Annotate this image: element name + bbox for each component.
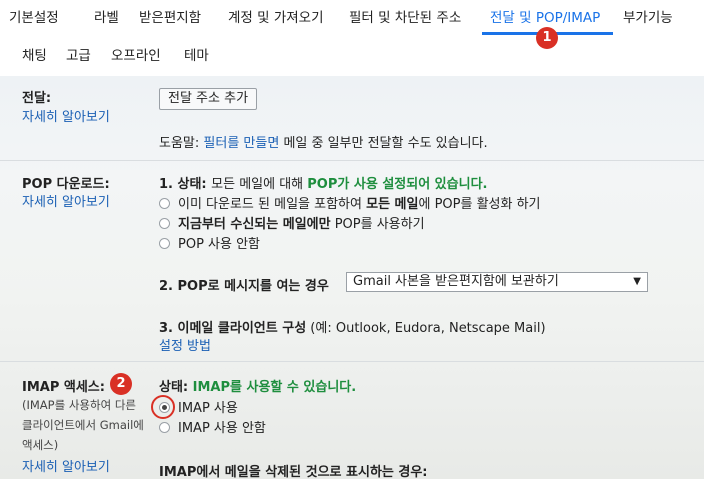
option-bold-text: 지금부터 수신되는 메일에만	[178, 217, 331, 232]
radio-icon[interactable]	[159, 218, 170, 229]
dropdown-arrow-icon: ▼	[633, 276, 641, 287]
tab-forwarding-pop-imap[interactable]: 전달 및 POP/IMAP	[490, 6, 600, 26]
radio-icon[interactable]	[159, 238, 170, 249]
pop-option-disable[interactable]: POP 사용 안함	[159, 233, 261, 252]
radio-icon[interactable]	[159, 422, 170, 433]
option-text: 에 POP를 활성화 하기	[418, 197, 541, 212]
highlight-circle	[151, 395, 175, 419]
section-divider	[0, 361, 704, 362]
pop-download-label: POP 다운로드:	[22, 177, 110, 192]
forwarding-label: 전달:	[22, 91, 52, 106]
settings-tabs: 기본설정 라벨 받은편지함 계정 및 가져오기 필터 및 차단된 주소 전달 및…	[0, 0, 704, 76]
tab-chat[interactable]: 채팅	[22, 44, 47, 64]
imap-description-line: 클라이언트에서 Gmail에	[22, 418, 144, 432]
settings-content: 전달: 자세히 알아보기 전달 주소 추가 도움말: 필터를 만들면 메일 중 …	[0, 76, 704, 480]
pop-status: 1. 상태: 모든 메일에 대해 POP가 사용 설정되어 있습니다.	[159, 173, 487, 192]
tab-accounts-import[interactable]: 계정 및 가져오기	[228, 6, 324, 26]
tab-themes[interactable]: 테마	[184, 44, 209, 64]
tab-labels[interactable]: 라벨	[94, 6, 119, 26]
imap-learn-more-link[interactable]: 자세히 알아보기	[22, 456, 110, 475]
select-value: Gmail 사본을 받은편지함에 보관하기	[353, 274, 559, 289]
radio-icon[interactable]	[159, 198, 170, 209]
step-badge-1: 1	[536, 27, 558, 49]
tab-offline[interactable]: 오프라인	[111, 44, 161, 64]
tip-suffix: 메일 중 일부만 전달할 수도 있습니다.	[279, 136, 488, 151]
section-divider	[0, 160, 704, 161]
pop-status-value: POP가 사용 설정되어 있습니다.	[307, 177, 488, 192]
imap-status-value: IMAP를 사용할 수 있습니다.	[192, 380, 357, 395]
option-text: 이미 다운로드 된 메일을 포함하여	[178, 197, 367, 212]
tab-inbox[interactable]: 받은편지함	[139, 6, 201, 26]
option-text: POP를 사용하기	[330, 217, 425, 232]
imap-description-line: (IMAP를 사용하여 다른	[22, 398, 136, 412]
tab-addons[interactable]: 부가기능	[623, 6, 673, 26]
imap-description-line: 액세스)	[22, 438, 59, 452]
pop-option-all-mail[interactable]: 이미 다운로드 된 메일을 포함하여 모든 메일에 POP를 활성화 하기	[159, 193, 541, 212]
create-filter-link[interactable]: 필터를 만들면	[203, 136, 279, 151]
option-text: IMAP 사용 안함	[178, 421, 266, 436]
option-bold-text: 모든 메일	[366, 197, 419, 212]
pop-setup-instructions-link[interactable]: 설정 방법	[159, 335, 211, 354]
configure-examples: (예: Outlook, Eudora, Netscape Mail)	[306, 321, 546, 336]
pop-status-text: 모든 메일에 대해	[211, 177, 308, 192]
pop-option-new-mail[interactable]: 지금부터 수신되는 메일에만 POP를 사용하기	[159, 213, 425, 232]
step-badge-2: 2	[110, 373, 132, 395]
imap-access-label: IMAP 액세스:	[22, 380, 105, 395]
tab-advanced[interactable]: 고급	[66, 44, 91, 64]
imap-status: 상태: IMAP를 사용할 수 있습니다.	[159, 376, 356, 395]
tab-general[interactable]: 기본설정	[9, 6, 59, 26]
pop-learn-more-link[interactable]: 자세히 알아보기	[22, 191, 110, 210]
pop-when-accessed-select[interactable]: Gmail 사본을 받은편지함에 보관하기 ▼	[346, 272, 648, 292]
imap-delete-label: IMAP에서 메일을 삭제된 것으로 표시하는 경우:	[159, 465, 428, 480]
forwarding-tip: 도움말: 필터를 만들면 메일 중 일부만 전달할 수도 있습니다.	[159, 132, 488, 151]
pop-when-accessed-label: 2. POP로 메시지를 여는 경우	[159, 279, 329, 294]
add-forwarding-address-button[interactable]: 전달 주소 추가	[159, 88, 258, 110]
pop-status-label: 1. 상태:	[159, 177, 212, 192]
imap-option-disable[interactable]: IMAP 사용 안함	[159, 417, 266, 436]
option-text: POP 사용 안함	[178, 237, 261, 252]
tip-prefix: 도움말:	[159, 136, 204, 151]
forwarding-learn-more-link[interactable]: 자세히 알아보기	[22, 106, 110, 125]
tab-filters-blocked[interactable]: 필터 및 차단된 주소	[349, 6, 461, 26]
configure-label: 3. 이메일 클라이언트 구성	[159, 321, 307, 336]
option-text: IMAP 사용	[178, 401, 238, 416]
pop-configure-client: 3. 이메일 클라이언트 구성 (예: Outlook, Eudora, Net…	[159, 317, 546, 336]
imap-status-label: 상태:	[159, 380, 193, 395]
